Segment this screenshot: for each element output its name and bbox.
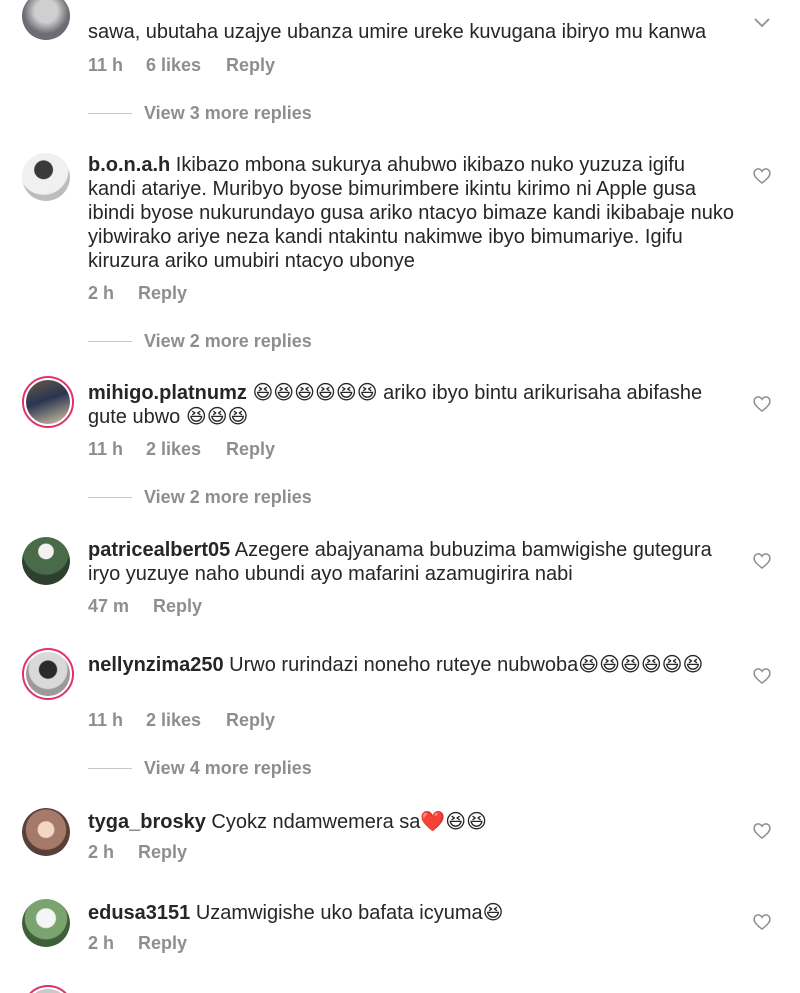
replies-divider [88,341,132,342]
comment-username[interactable]: tyga_brosky [88,811,206,833]
comment-body: Uzamwigishe uko bafata icyuma😆 [190,902,504,924]
chevron-down-icon[interactable] [752,12,772,32]
avatar[interactable] [22,899,70,947]
view-more-replies[interactable]: View 2 more replies [88,487,312,508]
comment-text: sawa, ubutaha uzajye ubanza umire ureke … [88,21,707,43]
comment-text: nellynzima250 Urwo rurindazi noneho rute… [88,653,738,677]
comment-text: patricealbert05 Azegere abajyanama bubuz… [88,538,738,586]
reply-button[interactable]: Reply [226,710,275,731]
comment-meta: 2 h Reply [88,933,187,954]
comment-text: edusa3151 Uzamwigishe uko bafata icyuma😆 [88,901,738,925]
view-more-replies-label[interactable]: View 3 more replies [144,103,312,124]
comment-meta: 2 h Reply [88,842,187,863]
avatar[interactable] [22,648,74,700]
comment-username[interactable]: b.o.n.a.h [88,154,170,176]
replies-divider [88,497,132,498]
comment-likes[interactable]: 2 likes [146,439,226,460]
comment-text: b.o.n.a.h Ikibazo mbona sukurya ahubwo i… [88,153,738,273]
comment-username[interactable]: mihigo.platnumz [88,382,247,404]
heart-outline-icon[interactable] [752,912,772,932]
comment-body: Cyokz ndamwemera sa❤️😆😆 [205,811,487,833]
comment-text: tyga_brosky Cyokz ndamwemera sa❤️😆😆 [88,810,738,834]
comment-likes[interactable]: 6 likes [146,55,226,76]
comment-time: 11 h [88,55,124,75]
comment-username[interactable]: nellynzima250 [88,654,224,676]
heart-outline-icon[interactable] [752,166,772,186]
comment-time: 2 h [88,842,115,862]
comment-meta: 2 h Reply [88,283,187,304]
avatar[interactable] [22,537,70,585]
comment-time: 2 h [88,933,115,953]
comment-text: mihigo.platnumz 😆😆😆😆😆😆 ariko ibyo bintu … [88,381,738,429]
avatar[interactable] [22,0,70,40]
reply-button[interactable]: Reply [138,933,187,954]
view-more-replies[interactable]: View 2 more replies [88,331,312,352]
comment-time: 47 m [88,596,130,616]
comment-meta: 47 m Reply [88,596,202,617]
view-more-replies-label[interactable]: View 4 more replies [144,758,312,779]
reply-button[interactable]: Reply [138,283,187,304]
comment-likes[interactable]: 2 likes [146,710,226,731]
comment-body: Ikibazo mbona sukurya ahubwo ikibazo nuk… [88,154,734,272]
heart-outline-icon[interactable] [752,551,772,571]
comment-time: 11 h [88,710,124,730]
reply-button[interactable]: Reply [226,55,275,76]
view-more-replies-label[interactable]: View 2 more replies [144,487,312,508]
comment-username[interactable]: edusa3151 [88,902,190,924]
avatar[interactable] [22,376,74,428]
avatar[interactable] [22,808,70,856]
replies-divider [88,768,132,769]
comment-meta: 11 h 6 likes Reply [88,55,275,76]
reply-button[interactable]: Reply [153,596,202,617]
comment-meta: 11 h 2 likes Reply [88,439,275,460]
replies-divider [88,113,132,114]
view-more-replies[interactable]: View 4 more replies [88,758,312,779]
heart-outline-icon[interactable] [752,821,772,841]
avatar[interactable] [22,153,70,201]
avatar[interactable] [22,985,74,993]
reply-button[interactable]: Reply [226,439,275,460]
comment-body: Urwo rurindazi noneho ruteye nubwoba😆😆😆😆… [223,654,704,676]
comment-time: 2 h [88,283,115,303]
view-more-replies-label[interactable]: View 2 more replies [144,331,312,352]
comment-time: 11 h [88,439,124,459]
comment-username[interactable]: patricealbert05 [88,539,230,561]
comment-meta: 11 h 2 likes Reply [88,710,275,731]
heart-outline-icon[interactable] [752,666,772,686]
reply-button[interactable]: Reply [138,842,187,863]
view-more-replies[interactable]: View 3 more replies [88,103,312,124]
heart-outline-icon[interactable] [752,394,772,414]
